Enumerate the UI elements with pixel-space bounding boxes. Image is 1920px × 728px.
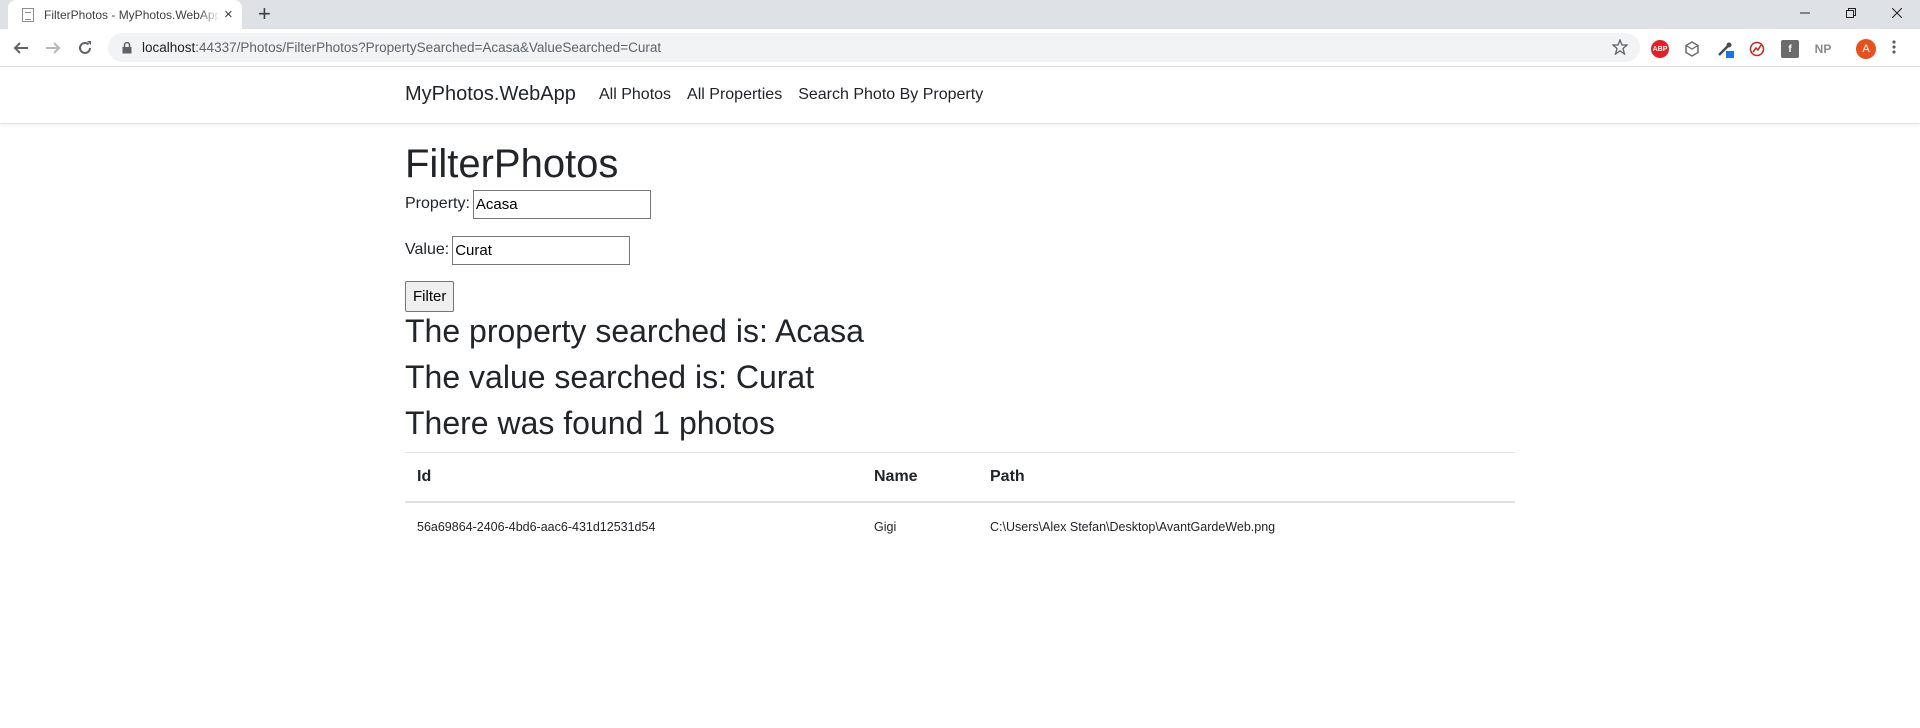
- facebook-extension-icon[interactable]: f: [1781, 40, 1799, 58]
- property-searched-heading: The property searched is: Acasa: [405, 313, 864, 349]
- url-path: :44337/Photos/FilterPhotos?PropertySearc…: [195, 40, 662, 55]
- profile-avatar[interactable]: A: [1856, 39, 1876, 59]
- value-input[interactable]: [452, 235, 631, 265]
- brand-link[interactable]: MyPhotos.WebApp: [405, 83, 576, 106]
- column-header-id: Id: [405, 452, 862, 503]
- tab-title: FilterPhotos - MyPhotos.WebApp: [44, 7, 220, 22]
- nav-links: All Photos All Properties Search Photo B…: [599, 86, 999, 104]
- bookmark-star-icon[interactable]: [1611, 38, 1629, 60]
- eyedropper-extension-icon[interactable]: [1716, 40, 1734, 58]
- main-content: FilterPhotos Property: Value: Filter The…: [405, 140, 1515, 551]
- page-title: FilterPhotos: [405, 142, 619, 186]
- column-header-path: Path: [978, 452, 1515, 503]
- browser-tab-strip: FilterPhotos - MyPhotos.WebApp × +: [0, 0, 1920, 29]
- cell-path: C:\Users\Alex Stefan\Desktop\AvantGardeW…: [978, 501, 1515, 551]
- adblock-extension-icon[interactable]: ABP: [1651, 40, 1669, 58]
- photos-table: Id Name Path 56a69864-2406-4bd6-aac6-431…: [405, 452, 1515, 551]
- table-row: 56a69864-2406-4bd6-aac6-431d12531d54 Gig…: [405, 501, 1515, 551]
- restore-icon[interactable]: [1828, 0, 1874, 26]
- url-text[interactable]: localhost:44337/Photos/FilterPhotos?Prop…: [142, 40, 661, 55]
- nav-link-all-photos[interactable]: All Photos: [599, 86, 671, 104]
- column-header-name: Name: [862, 452, 978, 503]
- table-header-row: Id Name Path: [405, 452, 1515, 503]
- reload-icon[interactable]: [75, 38, 95, 58]
- found-count-heading: There was found 1 photos: [405, 405, 776, 441]
- property-label: Property:: [405, 195, 470, 212]
- property-input[interactable]: [472, 189, 651, 219]
- property-form-row: Property:: [405, 189, 1515, 219]
- browser-menu-icon[interactable]: [1892, 39, 1896, 60]
- site-navbar: MyPhotos.WebApp All Photos All Propertie…: [0, 67, 1920, 124]
- forward-arrow-icon[interactable]: [43, 38, 63, 58]
- value-label: Value:: [405, 241, 450, 258]
- cell-id: 56a69864-2406-4bd6-aac6-431d12531d54: [405, 501, 862, 551]
- nav-link-all-properties[interactable]: All Properties: [687, 86, 782, 104]
- nav-link-search-photo-by-property[interactable]: Search Photo By Property: [798, 86, 983, 104]
- lock-icon[interactable]: [122, 41, 132, 59]
- address-bar[interactable]: localhost:44337/Photos/FilterPhotos?Prop…: [108, 33, 1640, 62]
- value-form-row: Value:: [405, 235, 1515, 265]
- new-tab-button[interactable]: +: [258, 3, 271, 25]
- value-searched-heading: The value searched is: Curat: [405, 359, 815, 395]
- browser-toolbar: localhost:44337/Photos/FilterPhotos?Prop…: [0, 29, 1920, 67]
- back-arrow-icon[interactable]: [11, 38, 31, 58]
- close-window-icon[interactable]: [1874, 0, 1920, 26]
- tab-close-icon[interactable]: ×: [224, 7, 233, 22]
- page-favicon-icon: [22, 7, 34, 22]
- url-host: localhost: [142, 40, 196, 55]
- cube-extension-icon[interactable]: [1683, 40, 1701, 58]
- window-controls: [1782, 0, 1920, 29]
- browser-tab[interactable]: FilterPhotos - MyPhotos.WebApp ×: [8, 0, 242, 29]
- analytics-extension-icon[interactable]: [1748, 40, 1766, 58]
- minimize-icon[interactable]: [1782, 0, 1828, 26]
- filter-button[interactable]: Filter: [405, 281, 455, 312]
- np-extension-icon[interactable]: NP: [1811, 40, 1835, 58]
- cell-name: Gigi: [862, 501, 978, 551]
